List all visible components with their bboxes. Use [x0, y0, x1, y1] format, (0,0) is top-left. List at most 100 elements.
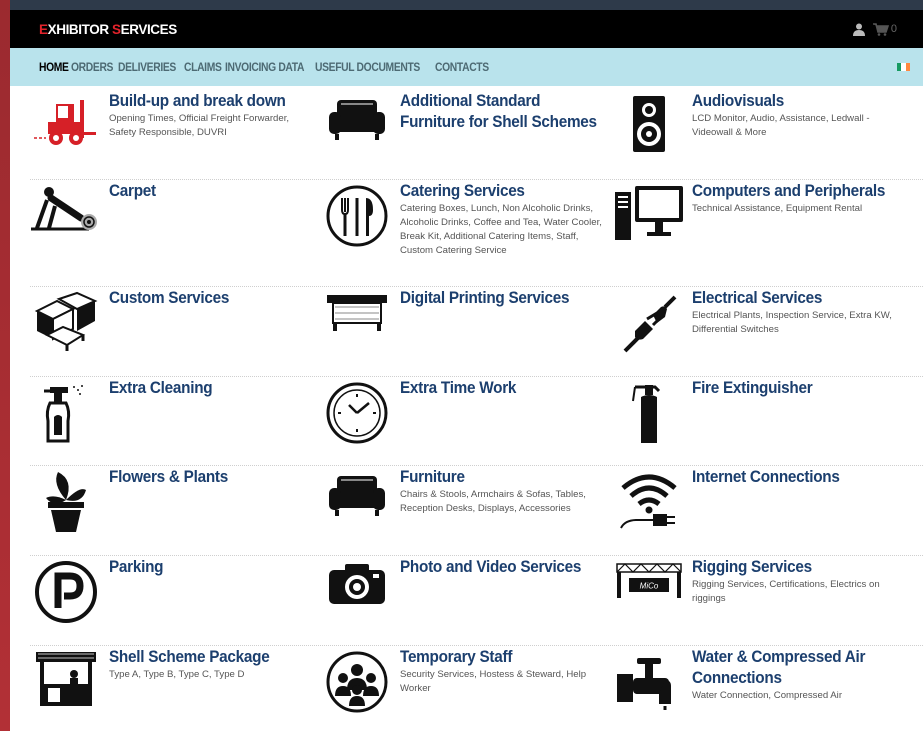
- clock-icon[interactable]: [321, 377, 393, 449]
- service-card-extra-time-work[interactable]: Extra Time Work: [321, 377, 608, 449]
- service-row: Build-up and break down Opening Times, Of…: [30, 90, 923, 180]
- sofa-icon[interactable]: [321, 466, 393, 538]
- nav-item-deliveries[interactable]: DELIVERIES: [118, 60, 176, 74]
- service-text: Photo and Video Services: [393, 556, 608, 628]
- service-title[interactable]: Electrical Services: [692, 287, 899, 308]
- service-row: Flowers & Plants Furniture Chairs & Stools…: [30, 466, 923, 556]
- service-text: Extra Time Work: [393, 377, 608, 449]
- service-card-flowers-plants[interactable]: Flowers & Plants: [30, 466, 317, 538]
- service-title[interactable]: Catering Services: [400, 180, 607, 201]
- service-card-shell-scheme-package[interactable]: Shell Scheme Package Type A, Type B, Type…: [30, 646, 317, 718]
- service-card-temporary-staff[interactable]: Temporary Staff Security Services, Hostes…: [321, 646, 608, 718]
- printer-icon[interactable]: [321, 287, 393, 359]
- service-text: Internet Connections: [685, 466, 900, 538]
- service-title[interactable]: Internet Connections: [692, 466, 899, 487]
- computer-icon[interactable]: [613, 180, 685, 252]
- service-text: Carpet: [102, 180, 317, 252]
- service-row: Custom Services Digital Printing Services…: [30, 287, 923, 377]
- cutlery-icon[interactable]: [321, 180, 393, 252]
- service-title[interactable]: Flowers & Plants: [109, 466, 316, 487]
- service-card-electrical-services[interactable]: Electrical Services Electrical Plants, In…: [613, 287, 900, 359]
- service-title[interactable]: Furniture: [400, 466, 607, 487]
- water-tap-icon[interactable]: [613, 646, 685, 718]
- service-card-rigging-services[interactable]: MiCo Rigging Services Rigging Services, Ce…: [613, 556, 900, 628]
- parking-icon[interactable]: [30, 556, 102, 628]
- service-title[interactable]: Temporary Staff: [400, 646, 607, 667]
- sofa-icon[interactable]: [321, 90, 393, 162]
- spray-bottle-icon[interactable]: [30, 377, 102, 449]
- service-text: Parking: [102, 556, 317, 628]
- service-title[interactable]: Photo and Video Services: [400, 556, 607, 577]
- camera-icon[interactable]: [321, 556, 393, 628]
- booth-icon[interactable]: [30, 646, 102, 718]
- service-card-fire-extinguisher[interactable]: Fire Extinguisher: [613, 377, 900, 449]
- service-title[interactable]: Parking: [109, 556, 316, 577]
- service-card-build-up-and-break-down[interactable]: Build-up and break down Opening Times, Of…: [30, 90, 317, 162]
- service-title[interactable]: Carpet: [109, 180, 316, 201]
- service-title[interactable]: Fire Extinguisher: [692, 377, 899, 398]
- nav-item-useful-documents[interactable]: USEFUL DOCUMENTS: [315, 60, 420, 74]
- user-icon[interactable]: [852, 23, 865, 36]
- service-text: Flowers & Plants: [102, 466, 317, 538]
- nav-item-contacts[interactable]: CONTACTS: [435, 60, 489, 74]
- service-text: Digital Printing Services: [393, 287, 608, 359]
- service-title[interactable]: Water & Compressed Air Connections: [692, 646, 899, 688]
- service-card-additional-standard-furniture-for-shell-schemes[interactable]: Additional Standard Furniture for Shell …: [321, 90, 608, 162]
- service-card-parking[interactable]: Parking: [30, 556, 317, 628]
- service-description: Technical Assistance, Equipment Rental: [692, 203, 863, 214]
- service-title[interactable]: Extra Cleaning: [109, 377, 316, 398]
- people-group-icon[interactable]: [321, 646, 393, 718]
- nav-item-orders[interactable]: ORDERS: [71, 60, 113, 74]
- service-card-water-compressed-air-connections[interactable]: Water & Compressed Air Connections Water …: [613, 646, 900, 718]
- service-title[interactable]: Computers and Peripherals: [692, 180, 899, 201]
- language-flag-icon[interactable]: [897, 63, 910, 71]
- service-text: Catering Services Catering Boxes, Lunch, …: [393, 180, 608, 258]
- cart-icon[interactable]: 0: [872, 22, 897, 36]
- service-text: Build-up and break down Opening Times, Of…: [102, 90, 317, 162]
- service-card-catering-services[interactable]: Catering Services Catering Boxes, Lunch, …: [321, 180, 608, 258]
- service-card-audiovisuals[interactable]: Audiovisuals LCD Monitor, Audio, Assistan…: [613, 90, 900, 162]
- service-title[interactable]: Additional Standard Furniture for Shell …: [400, 90, 607, 132]
- service-title[interactable]: Audiovisuals: [692, 90, 899, 111]
- service-card-digital-printing-services[interactable]: Digital Printing Services: [321, 287, 608, 359]
- nav-item-invoicing-data[interactable]: INVOICING DATA: [225, 60, 304, 74]
- service-text: Custom Services: [102, 287, 317, 359]
- service-title[interactable]: Extra Time Work: [400, 377, 607, 398]
- service-card-custom-services[interactable]: Custom Services: [30, 287, 317, 359]
- plant-pot-icon[interactable]: [30, 466, 102, 538]
- service-row: Extra Cleaning Extra Time Work Fire Exting…: [30, 377, 923, 466]
- rigging-truss-icon[interactable]: MiCo: [613, 556, 685, 628]
- window-edge-top: [10, 0, 923, 10]
- service-card-internet-connections[interactable]: Internet Connections: [613, 466, 900, 538]
- nav-item-claims[interactable]: CLAIMS: [184, 60, 222, 74]
- service-description: Type A, Type B, Type C, Type D: [109, 669, 245, 680]
- service-title[interactable]: Digital Printing Services: [400, 287, 607, 308]
- carpet-roll-icon[interactable]: [30, 180, 102, 252]
- service-title[interactable]: Shell Scheme Package: [109, 646, 316, 667]
- service-card-carpet[interactable]: Carpet: [30, 180, 317, 252]
- top-bar: EXHIBITOR SERVICES 0: [10, 10, 923, 48]
- speaker-icon[interactable]: [613, 90, 685, 162]
- service-card-extra-cleaning[interactable]: Extra Cleaning: [30, 377, 317, 449]
- service-row: Shell Scheme Package Type A, Type B, Type…: [30, 646, 923, 731]
- service-description: Water Connection, Compressed Air: [692, 690, 843, 701]
- building-blocks-icon[interactable]: [30, 287, 102, 359]
- service-card-photo-and-video-services[interactable]: Photo and Video Services: [321, 556, 608, 628]
- wifi-icon[interactable]: [613, 466, 685, 538]
- nav-item-home[interactable]: HOME: [39, 60, 69, 74]
- service-card-computers-and-peripherals[interactable]: Computers and Peripherals Technical Assis…: [613, 180, 900, 252]
- logo-letter-e: E: [39, 21, 48, 37]
- service-text: Audiovisuals LCD Monitor, Audio, Assistan…: [685, 90, 900, 162]
- forklift-icon[interactable]: [30, 90, 102, 162]
- logo[interactable]: EXHIBITOR SERVICES: [39, 22, 177, 37]
- plug-icon[interactable]: [613, 287, 685, 359]
- fire-extinguisher-icon[interactable]: [613, 377, 685, 449]
- logo-word-1: XHIBITOR: [47, 21, 113, 37]
- service-text: Fire Extinguisher: [685, 377, 900, 449]
- service-title[interactable]: Custom Services: [109, 287, 316, 308]
- service-title[interactable]: Build-up and break down: [109, 90, 316, 111]
- service-title[interactable]: Rigging Services: [692, 556, 899, 577]
- cart-count: 0: [890, 23, 897, 35]
- main-nav: HOME ORDERS DELIVERIES CLAIMS INVOICING DATA…: [10, 48, 923, 86]
- service-card-furniture[interactable]: Furniture Chairs & Stools, Armchairs & So…: [321, 466, 608, 538]
